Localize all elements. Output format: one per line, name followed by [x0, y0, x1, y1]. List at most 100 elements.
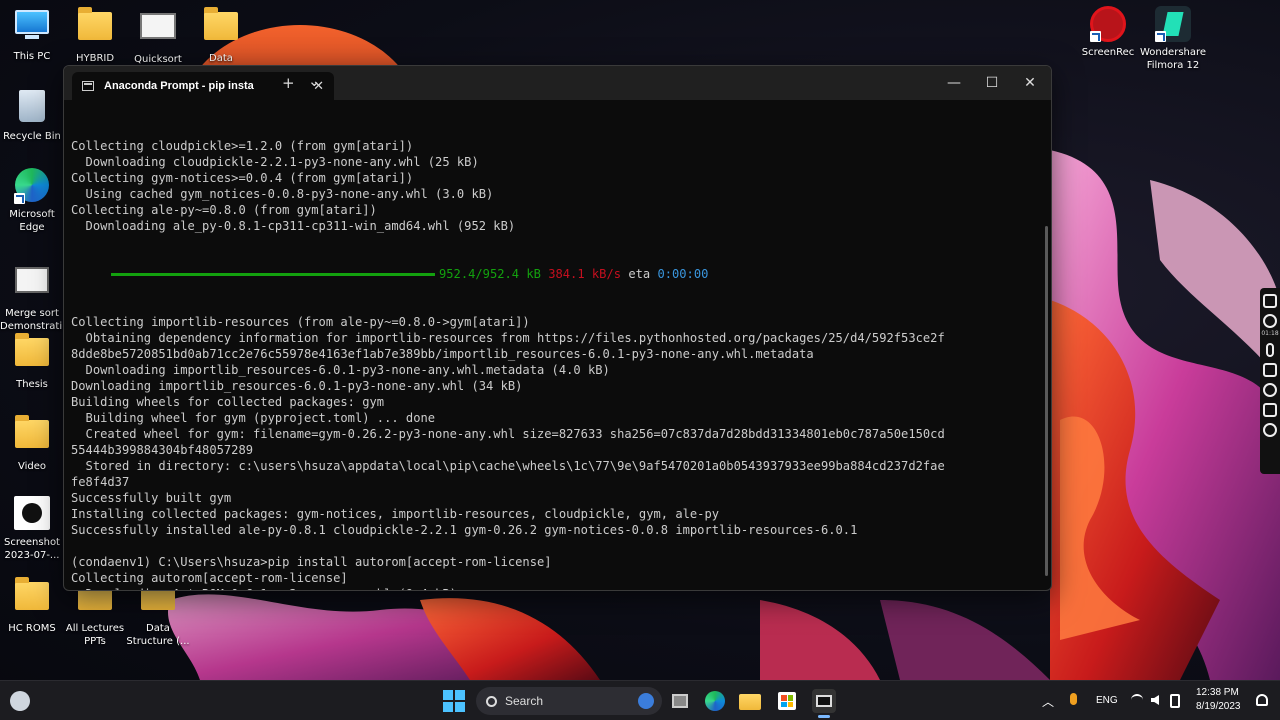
desktop-icon-this-pc[interactable]: This PC — [0, 8, 64, 63]
terminal-line: Downloading ale_py-0.8.1-cp311-cp311-win… — [71, 219, 516, 233]
active-app-indicator — [818, 715, 830, 718]
taskbar-search-input[interactable]: Search — [476, 687, 662, 715]
edge-icon — [14, 168, 50, 204]
progress-eta: 0:00:00 — [657, 267, 709, 281]
terminal-line: Collecting cloudpickle>=1.2.0 (from gym[… — [71, 139, 414, 153]
language-indicator[interactable]: ENG — [1096, 695, 1118, 706]
search-icon — [486, 695, 497, 707]
tab-dropdown-icon[interactable]: ⌄ — [308, 72, 321, 90]
maximize-button[interactable]: ☐ — [973, 66, 1011, 100]
terminal-line: fe8f4d37 — [71, 475, 130, 489]
desktop-icon-merge-sort[interactable]: Merge sort Demonstrati... — [0, 262, 72, 333]
terminal-line: 55444b399884304bf48057289 — [71, 443, 254, 457]
microphone-icon[interactable] — [1266, 343, 1274, 357]
progress-speed: 384.1 kB/s — [548, 267, 622, 281]
microsoft-store-icon[interactable] — [775, 689, 799, 713]
clock-date[interactable]: 8/19/2023 — [1196, 701, 1241, 712]
terminal-taskbar-icon[interactable] — [812, 689, 836, 713]
camera-icon[interactable] — [1263, 294, 1277, 308]
terminal-output[interactable]: Collecting cloudpickle>=1.2.0 (from gym[… — [64, 100, 1039, 590]
desktop-icon-quicksort[interactable]: Quicksort — [126, 8, 190, 66]
video-file-icon — [14, 267, 50, 303]
progress-eta-label: eta — [628, 267, 651, 281]
terminal-icon — [82, 81, 94, 91]
taskbar: Search ︿ ENG 12:38 PM 8/19/2023 — [0, 680, 1280, 720]
terminal-line: (condaenv1) C:\Users\hsuza>pip install a… — [71, 555, 552, 569]
folder-icon — [77, 7, 113, 48]
search-placeholder: Search — [505, 694, 544, 708]
task-view-icon[interactable] — [668, 689, 692, 713]
terminal-line: Obtaining dependency information for imp… — [71, 331, 945, 345]
terminal-line: Collecting autorom[accept-rom-license] — [71, 571, 348, 585]
video-file-icon — [140, 13, 176, 49]
microphone-tray-icon[interactable] — [1070, 693, 1077, 705]
scrollbar[interactable] — [1045, 226, 1048, 576]
desktop-icon-thesis[interactable]: Thesis — [0, 333, 64, 391]
desktop-icon-microsoft-edge[interactable]: Microsoft Edge — [0, 168, 64, 234]
new-tab-button[interactable]: + — [282, 74, 295, 92]
shortcut-arrow-icon — [1155, 31, 1166, 42]
file-explorer-icon[interactable] — [738, 689, 762, 713]
terminal-line: Collecting gym-notices>=0.0.4 (from gym[… — [71, 171, 414, 185]
recycle-bin-icon — [14, 90, 50, 126]
terminal-line: Created wheel for gym: filename=gym-0.26… — [71, 427, 945, 441]
desktop-icon-screenshot[interactable]: Screenshot 2023-07-... — [0, 496, 64, 562]
desktop-icon-hybrid[interactable]: HYBRID — [63, 7, 127, 65]
gear-icon[interactable] — [1263, 423, 1277, 437]
terminal-window[interactable]: Anaconda Prompt - pip insta ✕ + ⌄ — ☐ ✕ … — [63, 65, 1052, 591]
bing-icon[interactable] — [638, 693, 654, 709]
shortcut-arrow-icon — [14, 193, 25, 204]
battery-icon[interactable] — [1170, 694, 1180, 708]
terminal-line: Collecting importlib-resources (from ale… — [71, 315, 530, 329]
recorder-side-toolbar[interactable]: 01:18 — [1260, 288, 1280, 474]
notification-icon[interactable] — [1256, 694, 1268, 706]
window-icon[interactable] — [1263, 403, 1277, 417]
close-button[interactable]: ✕ — [1011, 66, 1049, 100]
image-file-icon — [14, 496, 50, 532]
video-folder-icon — [14, 415, 50, 456]
desktop-icon-screenrec[interactable]: ScreenRec — [1076, 6, 1140, 59]
terminal-line: Downloading importlib_resources-6.0.1-py… — [71, 363, 610, 377]
title-bar[interactable]: Anaconda Prompt - pip insta ✕ + ⌄ — ☐ ✕ — [64, 66, 1051, 100]
progress-size: 952.4/952.4 kB — [439, 267, 541, 281]
desktop-icon-data[interactable]: Data — [189, 7, 253, 65]
desktop-icon-hc-roms[interactable]: HC ROMS — [0, 577, 64, 635]
weather-icon[interactable] — [8, 689, 32, 713]
terminal-line: Downloading importlib_resources-6.0.1-py… — [71, 379, 523, 393]
webcam-icon[interactable] — [1263, 383, 1277, 397]
terminal-line: Downloading AutoROM-0.6.1-py3-none-any.w… — [71, 586, 1039, 590]
edge-taskbar-icon[interactable] — [703, 689, 727, 713]
start-windows-icon[interactable] — [442, 689, 466, 713]
terminal-line: Using cached gym_notices-0.0.8-py3-none-… — [71, 187, 494, 201]
chevron-up-icon[interactable]: ︿ — [1042, 693, 1054, 710]
record-icon[interactable] — [1263, 314, 1277, 328]
terminal-line: Successfully installed ale-py-0.8.1 clou… — [71, 523, 858, 537]
folder-icon — [203, 7, 239, 48]
desktop-icon-video[interactable]: Video — [0, 415, 64, 473]
terminal-line: Downloading cloudpickle-2.2.1-py3-none-a… — [71, 155, 479, 169]
terminal-line: Building wheels for collected packages: … — [71, 395, 385, 409]
record-icon — [1090, 6, 1126, 42]
wifi-icon[interactable] — [1131, 694, 1143, 706]
folder-icon — [14, 333, 50, 374]
progress-line: 952.4/952.4 kB 384.1 kB/s eta 0:00:00 — [71, 266, 1039, 282]
terminal-line: Building wheel for gym (pyproject.toml) … — [71, 411, 436, 425]
filmora-icon — [1155, 6, 1191, 42]
recording-timer: 01:18 — [1261, 330, 1279, 337]
terminal-line: Installing collected packages: gym-notic… — [71, 507, 720, 521]
terminal-line: 8dde8be5720851bd0ab71cc2e76c55978e4163ef… — [71, 347, 814, 361]
shortcut-arrow-icon — [1090, 31, 1101, 42]
speaker-icon[interactable] — [1263, 363, 1277, 377]
terminal-line: Collecting ale-py~=0.8.0 (from gym[atari… — [71, 203, 377, 217]
terminal-line: Stored in directory: c:\users\hsuza\appd… — [71, 459, 945, 473]
monitor-icon — [14, 10, 50, 46]
clock-time[interactable]: 12:38 PM — [1196, 687, 1239, 698]
volume-icon[interactable] — [1151, 695, 1159, 705]
desktop-icon-filmora[interactable]: Wondershare Filmora 12 — [1139, 6, 1207, 72]
tab-anaconda-prompt[interactable]: Anaconda Prompt - pip insta ✕ — [72, 72, 334, 100]
desktop-icon-recycle-bin[interactable]: Recycle Bin — [0, 88, 64, 143]
minimize-button[interactable]: — — [935, 66, 973, 100]
download-progress-bar — [111, 273, 435, 276]
terminal-line: Successfully built gym — [71, 491, 232, 505]
